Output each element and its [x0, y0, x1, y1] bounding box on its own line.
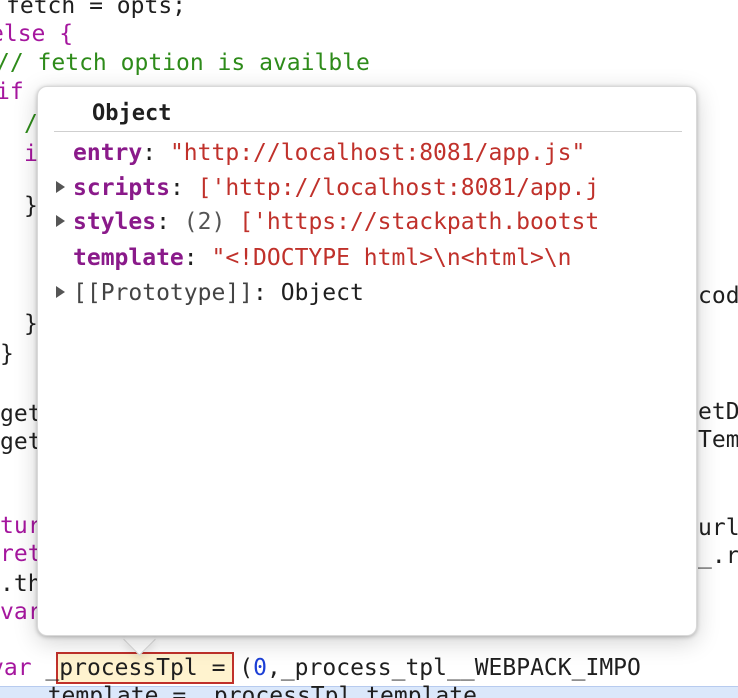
code-line: ret	[0, 541, 42, 567]
property-key: styles	[73, 209, 157, 235]
expand-triangle-icon[interactable]	[56, 180, 65, 193]
code-line: get	[0, 429, 42, 455]
code-fragment: Tem	[698, 427, 738, 453]
object-preview-popover: Object entry: "http://localhost:8081/app…	[37, 86, 697, 636]
property-styles[interactable]: styles: (2) ['https://stackpath.bootst	[56, 206, 680, 238]
code-editor: fetch = opts; else { // fetch option is …	[0, 0, 738, 698]
code-line: }	[0, 341, 14, 367]
property-key: entry	[73, 140, 143, 166]
property-key: [[Prototype]]	[73, 280, 254, 306]
property-key: scripts	[73, 175, 170, 201]
property-value: ['https://stackpath.bootst	[239, 209, 600, 235]
code-text: = (	[197, 655, 254, 681]
code-line: if	[0, 79, 24, 105]
property-key: template	[73, 245, 184, 271]
property-value: ['http://localhost:8081/app.j	[197, 175, 600, 201]
array-length: (2)	[183, 209, 226, 235]
property-scripts[interactable]: scripts: ['http://localhost:8081/app.j	[56, 172, 680, 204]
code-line: }	[24, 311, 38, 337]
code-text: ,_process_tpl__WEBPACK_IMPO	[266, 655, 641, 681]
property-prototype[interactable]: [[Prototype]]: Object	[56, 277, 680, 309]
code-line: else {	[0, 21, 74, 47]
property-entry: entry: "http://localhost:8081/app.js"	[73, 140, 586, 166]
expand-triangle-icon[interactable]	[56, 285, 65, 298]
code-fragment: _.r	[698, 543, 738, 569]
code-line: template = _processTpl.template	[20, 683, 477, 698]
property-value: "http://localhost:8081/app.js"	[169, 140, 586, 166]
property-value: Object	[280, 280, 364, 306]
code-line: }	[24, 193, 38, 219]
var-keyword: var	[0, 655, 32, 681]
code-fragment: cod	[698, 283, 738, 309]
number-literal: 0	[253, 655, 267, 681]
property-template: template: "<!DOCTYPE html>\n<html>\n	[73, 245, 572, 271]
code-line: // fetch option is availble	[0, 50, 370, 76]
expand-triangle-icon[interactable]	[56, 214, 65, 227]
popover-header: Object	[54, 97, 682, 132]
hovered-variable[interactable]: _processTpl	[45, 655, 197, 681]
code-line: var	[0, 599, 42, 625]
code-line: /	[24, 111, 38, 137]
property-value: "<!DOCTYPE html>\n<html>\n	[211, 245, 572, 271]
code-line: i	[24, 141, 38, 167]
popover-title: Object	[92, 101, 172, 126]
